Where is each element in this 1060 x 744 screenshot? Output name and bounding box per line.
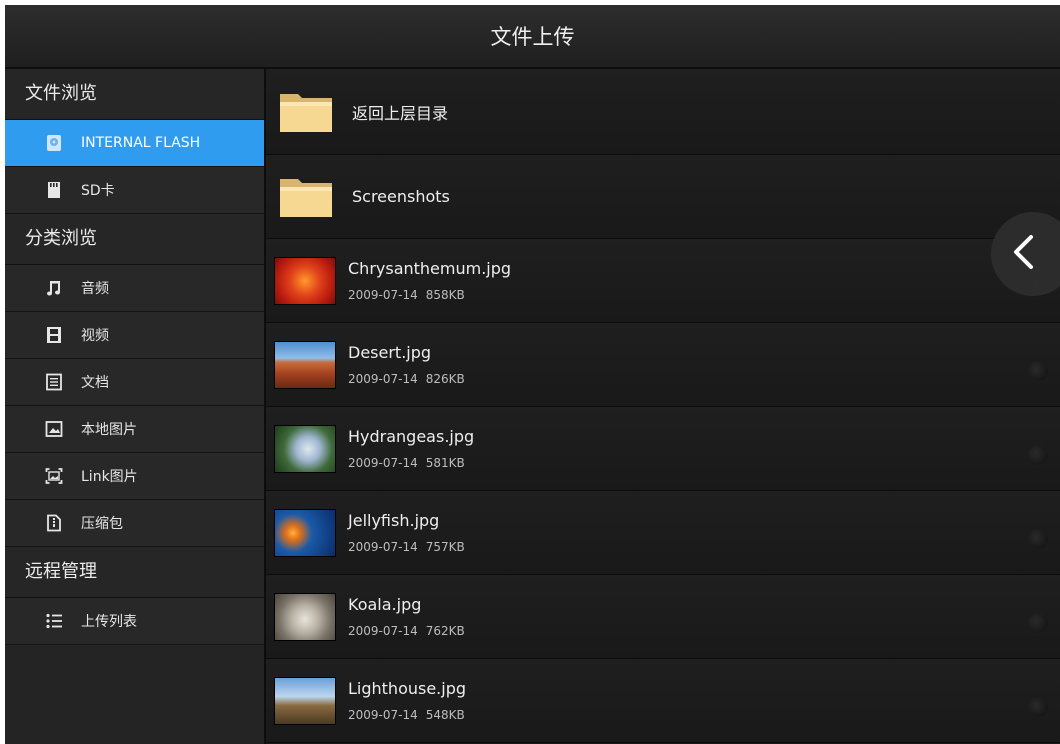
list-icon (45, 612, 63, 630)
sidebar-item-audio[interactable]: 音频 (5, 265, 264, 312)
sidebar-item-document[interactable]: 文档 (5, 359, 264, 406)
link-image-icon (45, 467, 63, 485)
list-item-file[interactable]: Lighthouse.jpg 2009-07-14 548KB (266, 659, 1060, 743)
archive-icon (45, 514, 63, 532)
file-date: 2009-07-14 (348, 288, 418, 302)
list-item-file[interactable]: Jellyfish.jpg 2009-07-14 757KB (266, 491, 1060, 575)
file-size: 548KB (425, 708, 465, 722)
sidebar-item-local-images[interactable]: 本地图片 (5, 406, 264, 453)
select-radio[interactable] (1028, 613, 1048, 633)
file-name: Chrysanthemum.jpg (348, 259, 512, 278)
document-icon (45, 373, 63, 391)
list-item-file[interactable]: Desert.jpg 2009-07-14 826KB (266, 323, 1060, 407)
file-size: 581KB (425, 456, 465, 470)
file-date: 2009-07-14 (348, 372, 418, 386)
sidebar-item-label: SD卡 (81, 183, 115, 199)
folder-icon (278, 173, 334, 221)
chrysanthemum-thumbnail (274, 256, 336, 305)
sidebar-item-label: 文档 (81, 375, 109, 391)
select-radio[interactable] (1028, 529, 1048, 549)
sidebar-item-label: 压缩包 (81, 516, 123, 532)
section-header-remote: 远程管理 (5, 547, 264, 598)
sidebar-item-label: 上传列表 (81, 614, 137, 630)
file-date: 2009-07-14 (348, 624, 418, 638)
image-icon (45, 420, 63, 438)
list-item-folder[interactable]: Screenshots (266, 155, 1060, 239)
sidebar-item-label: Link图片 (81, 469, 138, 485)
file-name: Jellyfish.jpg (348, 511, 440, 530)
folder-name: 返回上层目录 (352, 103, 449, 123)
section-header-browse: 文件浏览 (5, 69, 264, 120)
sidebar-item-label: INTERNAL FLASH (81, 135, 201, 151)
sidebar-item-internal-flash[interactable]: INTERNAL FLASH (5, 120, 264, 167)
file-size: 858KB (425, 288, 465, 302)
app-window: 文件上传 文件浏览 INTERNAL FLASH SD卡 分类浏览 音频 视频 … (5, 5, 1060, 744)
sidebar-item-archive[interactable]: 压缩包 (5, 500, 264, 547)
sidebar-item-video[interactable]: 视频 (5, 312, 264, 359)
music-note-icon (45, 279, 63, 297)
file-name: Hydrangeas.jpg (348, 427, 475, 446)
list-item-parent-folder[interactable]: 返回上层目录 (266, 69, 1060, 155)
file-list: 返回上层目录 Screenshots Chrysanthemum.jpg 200… (266, 69, 1060, 744)
file-date: 2009-07-14 (348, 708, 418, 722)
sidebar-item-upload-list[interactable]: 上传列表 (5, 598, 264, 645)
list-item-file[interactable]: Hydrangeas.jpg 2009-07-14 581KB (266, 407, 1060, 491)
film-icon (45, 326, 63, 344)
sidebar-item-sd-card[interactable]: SD卡 (5, 167, 264, 214)
sd-card-icon (45, 181, 63, 199)
sidebar-item-link-images[interactable]: Link图片 (5, 453, 264, 500)
jellyfish-thumbnail (274, 508, 336, 557)
title-bar: 文件上传 (5, 5, 1060, 69)
desert-thumbnail (274, 340, 336, 389)
file-date: 2009-07-14 (348, 456, 418, 470)
internal-flash-icon (45, 134, 63, 152)
sidebar-item-label: 视频 (81, 328, 109, 344)
sidebar: 文件浏览 INTERNAL FLASH SD卡 分类浏览 音频 视频 文档 本地… (5, 69, 266, 744)
list-item-file[interactable]: Chrysanthemum.jpg 2009-07-14 858KB (266, 239, 1060, 323)
file-size: 757KB (425, 540, 465, 554)
file-name: Desert.jpg (348, 343, 432, 362)
chevron-left-icon (1011, 234, 1035, 274)
select-radio[interactable] (1028, 697, 1048, 717)
select-radio[interactable] (1028, 361, 1048, 381)
list-item-file[interactable]: Koala.jpg 2009-07-14 762KB (266, 575, 1060, 659)
file-name: Lighthouse.jpg (348, 679, 467, 698)
select-radio[interactable] (1028, 445, 1048, 465)
file-name: Koala.jpg (348, 595, 422, 614)
file-date: 2009-07-14 (348, 540, 418, 554)
hydrangeas-thumbnail (274, 424, 336, 473)
lighthouse-thumbnail (274, 676, 336, 725)
koala-thumbnail (274, 592, 336, 641)
folder-icon (278, 88, 334, 136)
sidebar-item-label: 本地图片 (81, 422, 137, 438)
section-header-category: 分类浏览 (5, 214, 264, 265)
sidebar-item-label: 音频 (81, 281, 109, 297)
file-size: 762KB (425, 624, 465, 638)
folder-name: Screenshots (352, 187, 450, 206)
file-size: 826KB (425, 372, 465, 386)
page-title: 文件上传 (490, 25, 575, 49)
